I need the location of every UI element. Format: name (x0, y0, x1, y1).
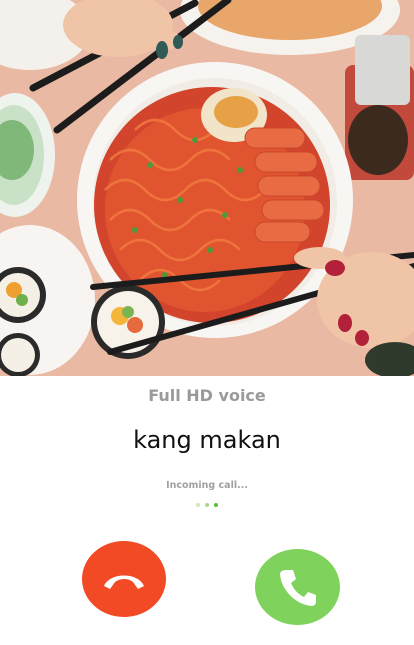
caller-name: kang makan (133, 426, 281, 454)
decline-call-button[interactable] (82, 541, 166, 617)
call-quality-label: Full HD voice (148, 386, 266, 405)
caller-photo (0, 0, 414, 376)
indicator-dot (214, 503, 218, 507)
call-panel: Full HD voice kang makan Incoming call..… (0, 376, 414, 645)
call-status-text: Incoming call... (166, 480, 248, 491)
hang-up-icon (100, 566, 148, 592)
indicator-dot (205, 503, 209, 507)
phone-icon (277, 566, 319, 608)
answer-call-button[interactable] (255, 549, 340, 625)
ringing-indicator (0, 503, 414, 507)
indicator-dot (196, 503, 200, 507)
